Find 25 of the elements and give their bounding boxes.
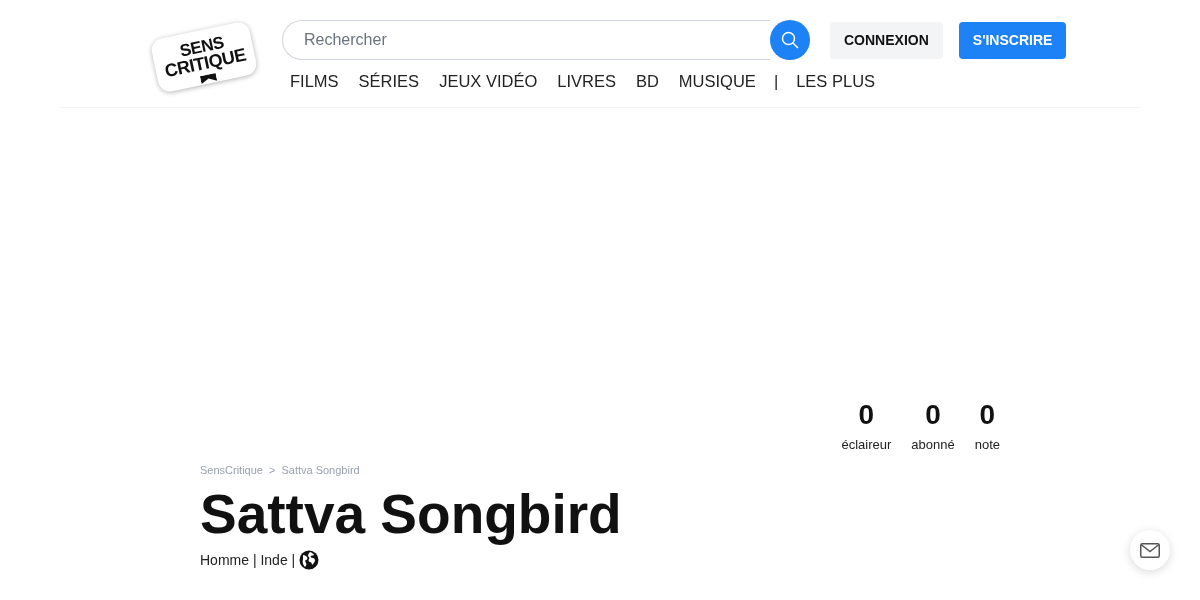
stat-label: éclaireur	[841, 436, 892, 454]
breadcrumb-separator: >	[269, 463, 276, 479]
nav-link[interactable]: JEUX VIDÉO	[439, 69, 538, 94]
nav-link[interactable]: LIVRES	[557, 69, 616, 94]
nav-link[interactable]: MUSIQUE	[678, 69, 756, 94]
mail-icon	[1140, 542, 1160, 558]
stat-value: 0	[979, 399, 996, 431]
search-field[interactable]: Rechercher	[282, 20, 770, 60]
nav-link[interactable]: BD	[635, 69, 659, 94]
signup-button[interactable]: S'INSCRIRE	[958, 21, 1067, 59]
stat-label: abonné	[911, 436, 955, 454]
mail-button[interactable]	[1130, 530, 1170, 570]
nav-link[interactable]: LES PLUS	[796, 69, 876, 94]
page-title: Sattva Songbird	[200, 483, 622, 544]
search-icon	[781, 31, 799, 49]
login-button[interactable]: CONNEXION	[830, 21, 943, 59]
search-button[interactable]	[770, 20, 810, 60]
nav-link[interactable]: FILMS	[290, 69, 339, 94]
stat-label: note	[974, 436, 1000, 454]
nav-link[interactable]: SÉRIES	[358, 69, 420, 94]
stat-value: 0	[925, 399, 941, 431]
nav-separator: |	[773, 71, 779, 93]
stat-value: 0	[858, 399, 875, 431]
artist-details: Homme | Inde |	[200, 550, 296, 570]
globe-icon	[299, 550, 320, 570]
